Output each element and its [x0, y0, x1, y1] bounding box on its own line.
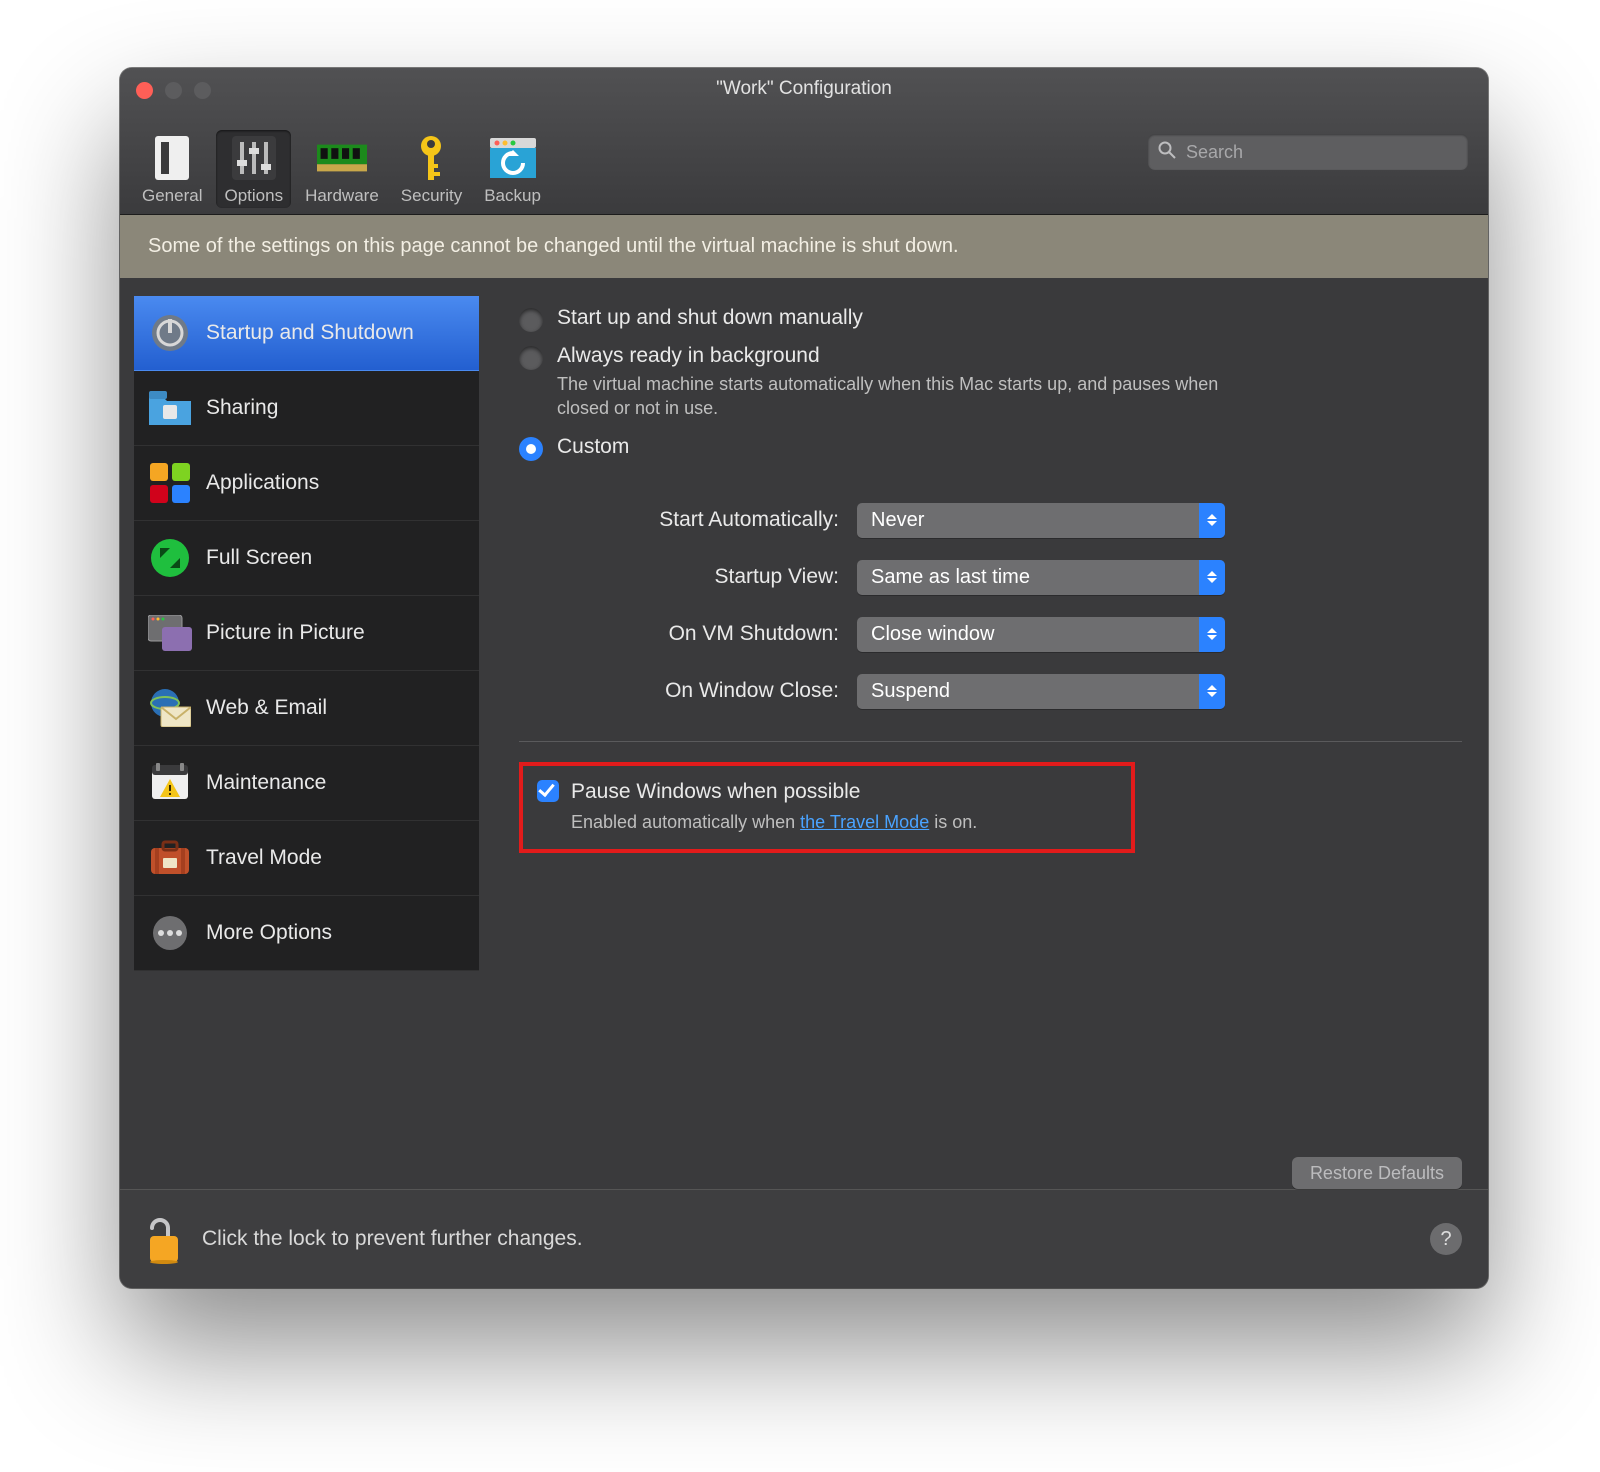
web-email-icon [148, 686, 192, 730]
sidebar-list: Startup and Shutdown Sharing Application… [134, 296, 479, 971]
sidebar-item-label: Maintenance [206, 771, 326, 795]
fullscreen-icon [148, 536, 192, 580]
select-on-vm-shutdown[interactable]: Close window [857, 617, 1225, 652]
radio-manual-row: Start up and shut down manually [519, 306, 1462, 330]
sidebar: Startup and Shutdown Sharing Application… [120, 278, 479, 1189]
row-startup-view: Startup View: Same as last time [559, 560, 1462, 595]
ram-icon [317, 134, 367, 182]
select-startup-view[interactable]: Same as last time [857, 560, 1225, 595]
radio-always-desc: The virtual machine starts automatically… [557, 372, 1257, 421]
select-value: Never [871, 509, 924, 532]
radio-always-label: Always ready in background [557, 344, 1462, 368]
travel-mode-link[interactable]: the Travel Mode [800, 812, 929, 832]
select-value: Same as last time [871, 566, 1030, 589]
sidebar-item-label: Web & Email [206, 696, 327, 720]
checkbox-pause-windows[interactable] [537, 780, 559, 802]
label-on-vm-shutdown: On VM Shutdown: [559, 622, 857, 646]
sidebar-item-startup-shutdown[interactable]: Startup and Shutdown [134, 296, 479, 371]
chevron-updown-icon [1199, 674, 1225, 709]
switch-icon [147, 134, 197, 182]
toolbar: General Options Hardware [134, 130, 549, 208]
label-startup-view: Startup View: [559, 565, 857, 589]
restore-defaults-button[interactable]: Restore Defaults [1292, 1157, 1462, 1189]
radio-custom-label: Custom [557, 435, 1462, 459]
toolbar-general[interactable]: General [134, 130, 210, 208]
row-on-window-close: On Window Close: Suspend [559, 674, 1462, 709]
power-icon [148, 311, 192, 355]
sidebar-item-label: Startup and Shutdown [206, 321, 414, 345]
key-icon [406, 134, 456, 182]
toolbar-hardware[interactable]: Hardware [297, 130, 387, 208]
row-on-vm-shutdown: On VM Shutdown: Close window [559, 617, 1462, 652]
more-icon [148, 911, 192, 955]
toolbar-security[interactable]: Security [393, 130, 470, 208]
pip-icon [148, 611, 192, 655]
toolbar-label: Security [401, 186, 462, 206]
chevron-updown-icon [1199, 503, 1225, 538]
sidebar-item-label: Sharing [206, 396, 278, 420]
sidebar-item-label: More Options [206, 921, 332, 945]
label-on-window-close: On Window Close: [559, 679, 857, 703]
label-start-automatically: Start Automatically: [559, 508, 857, 532]
footer-text: Click the lock to prevent further change… [202, 1227, 1410, 1251]
backup-icon [488, 134, 538, 182]
chevron-updown-icon [1199, 560, 1225, 595]
select-start-automatically[interactable]: Never [857, 503, 1225, 538]
sidebar-item-more-options[interactable]: More Options [134, 896, 479, 971]
radio-manual-label: Start up and shut down manually [557, 306, 1462, 330]
desc-post: is on. [929, 812, 977, 832]
search-icon [1158, 141, 1176, 164]
search-input[interactable] [1184, 141, 1458, 164]
config-window: "Work" Configuration General Options [120, 68, 1488, 1288]
pause-checkbox-row: Pause Windows when possible Enabled auto… [537, 780, 1117, 833]
footer: Click the lock to prevent further change… [120, 1189, 1488, 1288]
radio-custom-row: Custom [519, 435, 1462, 459]
sidebar-item-web-email[interactable]: Web & Email [134, 671, 479, 746]
select-value: Close window [871, 623, 994, 646]
toolbar-label: Backup [484, 186, 541, 206]
radio-custom[interactable] [519, 437, 543, 461]
sidebar-item-label: Applications [206, 471, 319, 495]
toolbar-backup[interactable]: Backup [476, 130, 549, 208]
radio-always[interactable] [519, 346, 543, 370]
sidebar-item-label: Picture in Picture [206, 621, 365, 645]
desc-pre: Enabled automatically when [571, 812, 800, 832]
sidebar-item-sharing[interactable]: Sharing [134, 371, 479, 446]
window-title: "Work" Configuration [120, 78, 1488, 100]
maintenance-icon [148, 761, 192, 805]
body: Startup and Shutdown Sharing Application… [120, 278, 1488, 1189]
sidebar-item-label: Travel Mode [206, 846, 322, 870]
toolbar-options[interactable]: Options [216, 130, 291, 208]
content-pane: Start up and shut down manually Always r… [479, 278, 1488, 1189]
checkbox-pause-desc: Enabled automatically when the Travel Mo… [571, 812, 977, 833]
custom-form: Start Automatically: Never Startup View:… [559, 503, 1462, 731]
sliders-icon [229, 134, 279, 182]
titlebar: "Work" Configuration General Options [120, 68, 1488, 215]
toolbar-label: Hardware [305, 186, 379, 206]
radio-always-row: Always ready in background The virtual m… [519, 344, 1462, 421]
apps-icon [148, 461, 192, 505]
chevron-updown-icon [1199, 617, 1225, 652]
radio-manual[interactable] [519, 308, 543, 332]
folder-share-icon [148, 386, 192, 430]
sidebar-item-label: Full Screen [206, 546, 312, 570]
toolbar-label: General [142, 186, 202, 206]
sidebar-item-pip[interactable]: Picture in Picture [134, 596, 479, 671]
sidebar-item-applications[interactable]: Applications [134, 446, 479, 521]
toolbar-label: Options [224, 186, 283, 206]
select-value: Suspend [871, 680, 950, 703]
highlight-annotation: Pause Windows when possible Enabled auto… [519, 762, 1135, 853]
select-on-window-close[interactable]: Suspend [857, 674, 1225, 709]
help-button[interactable]: ? [1430, 1223, 1462, 1255]
warning-banner: Some of the settings on this page cannot… [120, 215, 1488, 278]
sidebar-item-travel-mode[interactable]: Travel Mode [134, 821, 479, 896]
suitcase-icon [148, 836, 192, 880]
sidebar-item-full-screen[interactable]: Full Screen [134, 521, 479, 596]
row-start-automatically: Start Automatically: Never [559, 503, 1462, 538]
sidebar-item-maintenance[interactable]: Maintenance [134, 746, 479, 821]
separator [519, 741, 1462, 742]
checkbox-pause-label: Pause Windows when possible [571, 780, 977, 804]
search-field[interactable] [1148, 134, 1468, 170]
lock-open-icon[interactable] [146, 1218, 182, 1260]
